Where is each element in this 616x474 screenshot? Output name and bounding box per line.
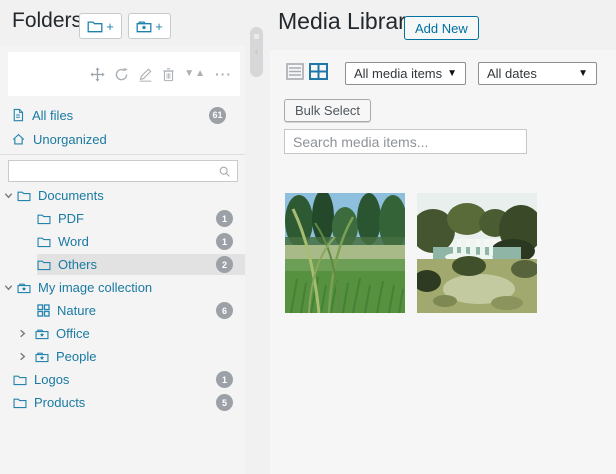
- folder-label: Nature: [57, 303, 97, 318]
- folder-label: Products: [34, 395, 86, 410]
- chevron-right-icon[interactable]: [17, 351, 28, 362]
- bulk-select-button[interactable]: Bulk Select: [284, 99, 372, 122]
- starred-folder-icon: [35, 351, 49, 363]
- search-icon: [218, 165, 231, 178]
- refresh-icon[interactable]: [114, 67, 129, 82]
- count-badge: 1: [216, 233, 233, 250]
- folder-label: My image collection: [38, 280, 153, 295]
- plus-glyph: +: [106, 18, 114, 34]
- folder-icon: [13, 397, 27, 409]
- folder-label: Logos: [34, 372, 70, 387]
- new-collection-button[interactable]: +: [128, 13, 171, 39]
- panel-resize-handle[interactable]: ‹: [250, 27, 263, 77]
- folder-tree-item-office[interactable]: Office: [0, 322, 245, 345]
- folder-label: People: [56, 349, 97, 364]
- unorganized-label: Unorganized: [33, 131, 107, 147]
- folder-label: PDF: [58, 211, 84, 226]
- folder-icon: [37, 259, 51, 271]
- starred-folder-plus-icon: [136, 20, 152, 33]
- folder-label: Others: [58, 257, 98, 272]
- folder-icon: [13, 374, 27, 386]
- media-type-filter-value: All media items: [354, 66, 443, 81]
- grid-folder-icon: [37, 304, 50, 317]
- folder-tree-item-people[interactable]: People: [0, 345, 245, 368]
- media-search-input[interactable]: [285, 130, 526, 153]
- date-filter[interactable]: All dates ▼: [478, 62, 597, 85]
- media-library-page: Folders + + ▼▲ ··· All files 61 Unorgani…: [0, 0, 616, 474]
- folders-toolbar: ▼▲ ···: [8, 52, 240, 96]
- count-badge: 2: [216, 256, 233, 273]
- folder-label: Documents: [38, 188, 104, 203]
- grid-view-icon[interactable]: [309, 63, 328, 80]
- grip-dot: [254, 34, 259, 39]
- folder-tree-item-nature[interactable]: Nature 6: [0, 299, 245, 322]
- count-badge: 5: [216, 394, 233, 411]
- sidebar-item-unorganized[interactable]: Unorganized: [12, 130, 238, 148]
- count-badge: 6: [216, 302, 233, 319]
- move-icon[interactable]: [90, 66, 105, 82]
- chevron-right-icon[interactable]: [17, 328, 28, 339]
- all-files-label: All files: [32, 107, 74, 123]
- media-item-grass-field-photo[interactable]: [285, 193, 405, 313]
- more-icon[interactable]: ···: [215, 67, 232, 81]
- starred-folder-icon: [17, 282, 31, 294]
- count-badge: 1: [216, 371, 233, 388]
- sort-icon[interactable]: ▼▲: [184, 69, 206, 79]
- folder-search-box: [8, 160, 238, 182]
- folder-tree-item-word[interactable]: Word 1: [0, 230, 245, 253]
- trash-icon[interactable]: [162, 67, 175, 82]
- folder-search-input[interactable]: [9, 164, 218, 178]
- date-filter-value: All dates: [487, 66, 537, 81]
- new-folder-button[interactable]: +: [79, 13, 122, 39]
- chevron-down-icon: ▼: [447, 68, 457, 79]
- media-search-box: [284, 129, 527, 154]
- folder-tree-item-pdf[interactable]: PDF 1: [0, 207, 245, 230]
- folder-icon: [17, 190, 31, 202]
- folder-tree-item-logos[interactable]: Logos 1: [0, 368, 245, 391]
- edit-icon[interactable]: [138, 67, 153, 82]
- media-items-grid: [285, 193, 537, 313]
- media-item-waterfall-photo[interactable]: [417, 193, 537, 313]
- sidebar-item-all-files[interactable]: All files 61: [12, 106, 238, 124]
- page-title: Media Library: [278, 8, 418, 34]
- media-type-filter[interactable]: All media items ▼: [345, 62, 466, 85]
- folder-plus-icon: [87, 20, 103, 33]
- file-icon: [12, 108, 24, 122]
- folder-tree-item-products[interactable]: Products 5: [0, 391, 245, 414]
- add-new-button[interactable]: Add New: [404, 16, 479, 40]
- folder-label: Word: [58, 234, 89, 249]
- chevron-down-icon[interactable]: [3, 282, 14, 293]
- chevron-down-icon[interactable]: [3, 190, 14, 201]
- chevron-down-icon: ▼: [578, 68, 588, 79]
- folder-tree-item-others[interactable]: Others 2: [0, 253, 245, 276]
- home-icon: [12, 133, 25, 146]
- folder-label: Office: [56, 326, 90, 341]
- starred-folder-icon: [35, 328, 49, 340]
- collapse-chevron-icon: ‹: [255, 46, 258, 56]
- plus-glyph: +: [155, 18, 163, 34]
- list-view-icon[interactable]: [286, 63, 304, 80]
- folders-panel-title: Folders: [12, 9, 83, 32]
- panel-divider: [0, 154, 245, 155]
- folder-icon: [37, 213, 51, 225]
- folder-icon: [37, 236, 51, 248]
- count-badge: 61: [209, 106, 226, 124]
- folder-tree-item-my-image-collection[interactable]: My image collection: [0, 276, 245, 299]
- folder-tree-item-documents[interactable]: Documents: [0, 184, 245, 207]
- count-badge: 1: [216, 210, 233, 227]
- folder-tree: Documents PDF 1 Word 1 Others 2 My image…: [0, 184, 245, 414]
